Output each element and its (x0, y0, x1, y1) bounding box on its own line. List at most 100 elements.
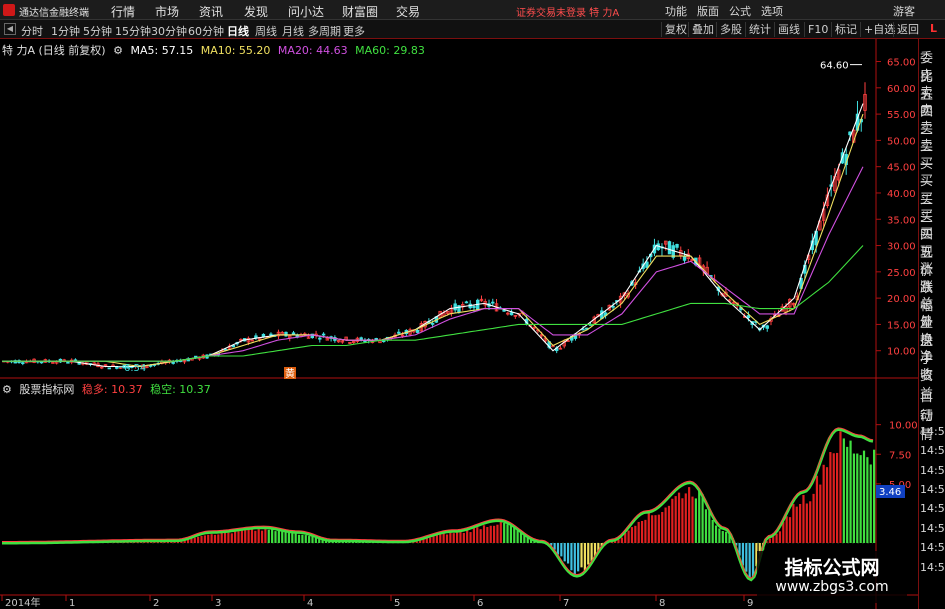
menu-wealth[interactable]: 财富圈 (342, 3, 378, 20)
indicator-bar (587, 543, 590, 565)
indicator-bar (455, 532, 459, 543)
indicator-bar (207, 534, 210, 543)
indicator-bar (200, 535, 203, 543)
time-tick-label: 4 (307, 598, 313, 609)
indicator-bar (748, 543, 751, 578)
period-60min[interactable]: 60分钟 (188, 23, 224, 39)
indicator-bar (294, 533, 297, 543)
tool-function[interactable]: 功能 (665, 3, 687, 19)
menu-quotes[interactable]: 行情 (111, 3, 135, 20)
indicator-bar (577, 543, 580, 572)
btn-stats[interactable]: 统计 (745, 22, 774, 37)
indicator-bar (873, 449, 876, 543)
indicator-bar (667, 505, 671, 543)
indicator-bar (432, 536, 435, 543)
indicator-bar (583, 543, 586, 572)
indicator-bar (499, 520, 502, 543)
kline-chart[interactable]: 65.00 60.00 55.00 50.00 45.00 40.00 35.00 30.00… (0, 39, 918, 609)
menu-ask[interactable]: 问小达 (288, 3, 324, 20)
indicator-bar (647, 512, 650, 543)
login-status: 证券交易未登录 特 力A (516, 8, 620, 19)
period-1min[interactable]: 1分钟 (51, 23, 80, 39)
period-daily[interactable]: 日线 (227, 23, 249, 39)
price-tick-label: 25.00 (887, 268, 916, 279)
period-multi[interactable]: 多周期 (308, 23, 341, 39)
tool-options[interactable]: 选项 (761, 3, 783, 19)
indicator-bar (492, 525, 496, 543)
app-name: 通达信金融终端 (19, 8, 89, 19)
time-tick-label: 1 (69, 598, 75, 609)
indicator-bar (862, 450, 866, 543)
indicator-bar (661, 511, 664, 543)
indicator-bar (556, 543, 560, 555)
side-item-bottom[interactable]: 14:50 (920, 483, 945, 496)
price-tick-label: 30.00 (887, 242, 916, 253)
settings-gear-icon[interactable]: ⚙ (2, 383, 12, 396)
back-arrow-icon[interactable]: ◀ (4, 23, 16, 35)
guest-user[interactable]: 游客 (893, 3, 915, 19)
indicator-bar (842, 438, 845, 543)
btn-adjust[interactable]: 复权 (661, 22, 690, 37)
side-item-bottom[interactable]: 14:50 (920, 561, 945, 574)
tool-layout[interactable]: 版面 (697, 3, 719, 19)
candle-body (491, 301, 495, 304)
stock-label[interactable]: 特 力A (日线 前复权) (2, 44, 106, 57)
side-item-bottom[interactable]: 14:50 (920, 541, 945, 554)
indicator-name[interactable]: 股票指标网 (19, 383, 74, 396)
indicator-bar (469, 532, 472, 543)
candle-body (415, 329, 420, 333)
menu-news[interactable]: 资讯 (199, 3, 223, 20)
indicator-bar (560, 543, 563, 557)
menu-market[interactable]: 市场 (155, 3, 179, 20)
candle-body (667, 241, 672, 255)
indicator-bar (795, 506, 798, 543)
side-item-bottom[interactable]: 14:50 (920, 502, 945, 515)
indicator-bar (271, 528, 274, 543)
chart-annotations: 64.60 6.54 黄 (118, 61, 862, 380)
indicator-bar (489, 525, 492, 543)
indicator-bar (506, 524, 509, 543)
indicator-bar (708, 511, 711, 543)
side-item-bottom[interactable]: 14:50 (920, 444, 945, 457)
btn-mark[interactable]: 标记 (831, 22, 860, 37)
tool-formula[interactable]: 公式 (729, 3, 751, 19)
indicator-bar (852, 453, 856, 543)
indicator-tick-label: 7.50 (889, 450, 911, 461)
period-intraday[interactable]: 分时 (21, 23, 43, 39)
indicator-bar (277, 530, 280, 543)
indicator-bar (714, 525, 718, 543)
btn-overlay[interactable]: 叠加 (688, 22, 717, 37)
indicator-bar (193, 537, 196, 543)
time-axis: 2014年 1 2 3 4 5 6 7 8 9 (1, 595, 753, 609)
period-5min[interactable]: 5分钟 (83, 23, 112, 39)
indicator-bar (802, 494, 805, 543)
indicator-bar (812, 493, 815, 543)
candle-body (397, 331, 401, 334)
side-item-bottom[interactable]: 14:50 (920, 425, 945, 438)
btn-f10[interactable]: F10 (804, 22, 831, 37)
indicator-bar (805, 503, 808, 543)
period-monthly[interactable]: 月线 (282, 23, 304, 39)
period-15min[interactable]: 15分钟 (115, 23, 151, 39)
period-30min[interactable]: 30分钟 (151, 23, 187, 39)
period-more[interactable]: 更多 (343, 23, 365, 39)
btn-draw[interactable]: 画线 (774, 22, 803, 37)
indicator-bar (203, 535, 206, 543)
menu-trade[interactable]: 交易 (396, 3, 420, 20)
candle-body (107, 367, 111, 370)
side-item-bottom[interactable]: 14:50 (920, 464, 945, 477)
candle-body (254, 335, 258, 339)
menu-discover[interactable]: 发现 (244, 3, 268, 20)
candle-body (318, 337, 322, 340)
btn-return[interactable]: 返回 (893, 22, 922, 37)
indicator-bar (718, 528, 721, 543)
side-item-bottom[interactable]: 14:50 (920, 522, 945, 535)
settings-gear-icon[interactable]: ⚙ (113, 44, 123, 57)
ma-line-ma10 (2, 113, 864, 368)
btn-multistock[interactable]: 多股 (716, 22, 745, 37)
indicator-bar (227, 532, 230, 543)
indicator-bar (284, 531, 287, 543)
candle-body (453, 303, 457, 311)
price-tick-label: 10.00 (887, 347, 916, 358)
period-weekly[interactable]: 周线 (255, 23, 277, 39)
